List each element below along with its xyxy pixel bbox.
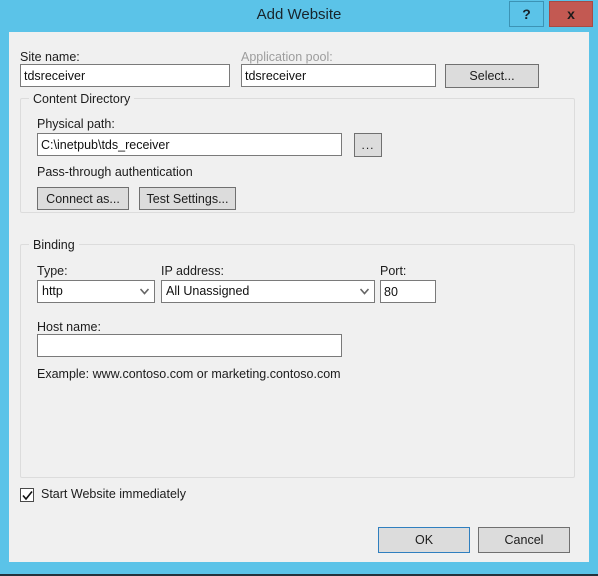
dialog-body: Site name: Application pool: Select... C… — [9, 32, 589, 562]
host-name-input[interactable] — [37, 334, 342, 357]
checkmark-icon — [22, 490, 33, 501]
checkbox-box[interactable] — [20, 488, 34, 502]
physical-path-input[interactable] — [37, 133, 342, 156]
ip-address-label: IP address: — [161, 264, 224, 278]
host-name-label: Host name: — [37, 320, 101, 334]
site-name-label: Site name: — [20, 50, 80, 64]
application-pool-label: Application pool: — [241, 50, 333, 64]
binding-type-select[interactable]: http — [37, 280, 155, 303]
ellipsis-icon: ... — [361, 138, 374, 152]
select-app-pool-button[interactable]: Select... — [445, 64, 539, 88]
connect-as-button[interactable]: Connect as... — [37, 187, 129, 210]
title-bar: Add Website ? x — [0, 0, 598, 32]
cancel-button[interactable]: Cancel — [478, 527, 570, 553]
start-website-label: Start Website immediately — [41, 487, 186, 501]
physical-path-label: Physical path: — [37, 117, 115, 131]
chevron-down-icon — [360, 288, 369, 295]
application-pool-input[interactable] — [241, 64, 436, 87]
ok-button[interactable]: OK — [378, 527, 470, 553]
host-name-example-text: Example: www.contoso.com or marketing.co… — [37, 367, 341, 381]
binding-type-value: http — [42, 281, 134, 302]
site-name-input[interactable] — [20, 64, 230, 87]
port-input[interactable] — [380, 280, 436, 303]
ip-address-value: All Unassigned — [166, 281, 354, 302]
browse-physical-path-button[interactable]: ... — [354, 133, 382, 157]
ip-address-select[interactable]: All Unassigned — [161, 280, 375, 303]
close-button[interactable]: x — [549, 1, 593, 27]
port-label: Port: — [380, 264, 406, 278]
add-website-dialog-window: Add Website ? x Site name: Application p… — [0, 0, 598, 576]
content-directory-group-title: Content Directory — [29, 92, 134, 106]
binding-group-title: Binding — [29, 238, 79, 252]
chevron-down-icon — [140, 288, 149, 295]
binding-type-label: Type: — [37, 264, 68, 278]
help-button[interactable]: ? — [509, 1, 544, 27]
test-settings-button[interactable]: Test Settings... — [139, 187, 236, 210]
pass-through-authentication-text: Pass-through authentication — [37, 165, 193, 179]
